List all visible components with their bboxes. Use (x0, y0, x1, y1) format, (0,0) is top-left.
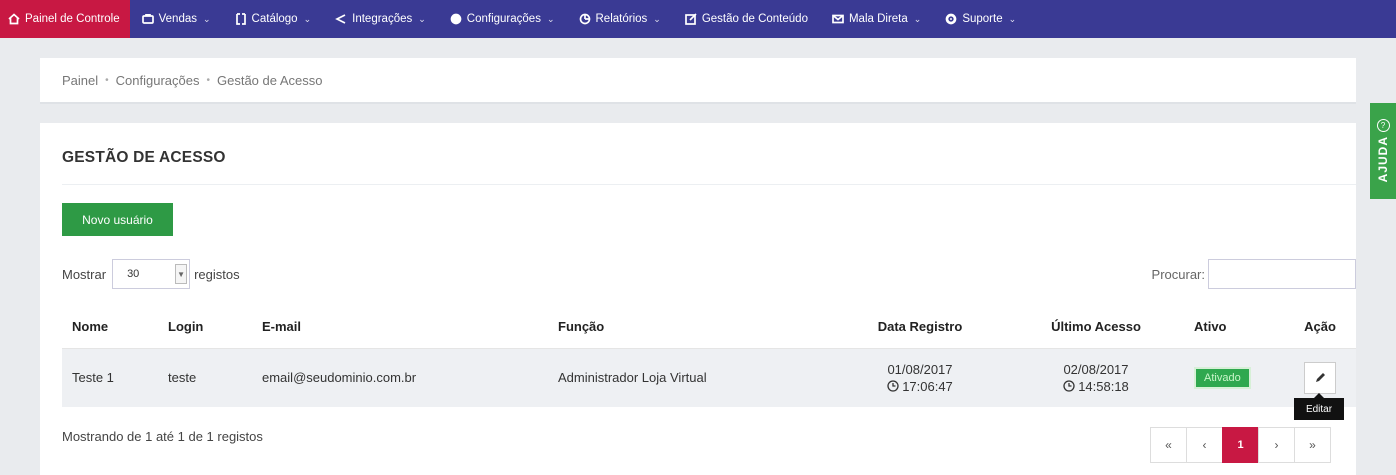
nav-suporte[interactable]: Suporte ⌄ (933, 0, 1028, 38)
reg-date: 01/08/2017 (887, 361, 953, 377)
breadcrumb: Painel • Configurações • Gestão de Acess… (40, 58, 1356, 104)
home-icon (8, 13, 20, 25)
col-email[interactable]: E-mail (252, 306, 548, 349)
chevron-down-icon: ▼ (175, 264, 188, 284)
mail-icon (832, 14, 844, 24)
help-tab[interactable]: ? AJUDA (1370, 103, 1396, 199)
chevron-down-icon: ⌄ (913, 13, 922, 24)
pagination-first[interactable]: « (1150, 427, 1187, 463)
gear-icon (450, 13, 462, 25)
cell-email: email@seudominio.com.br (252, 348, 548, 407)
pagination-page-1[interactable]: 1 (1222, 427, 1259, 463)
clock-icon (887, 380, 899, 392)
search-control: Procurar: (1152, 259, 1356, 289)
support-icon (945, 13, 957, 25)
table-row: Teste 1 teste email@seudominio.com.br Ad… (62, 348, 1356, 407)
chevron-down-icon: ⌄ (418, 13, 426, 24)
col-nome[interactable]: Nome (62, 306, 158, 349)
show-label: Mostrar (62, 266, 107, 282)
pagination: « ‹ 1 › » (1150, 427, 1331, 463)
cell-last-access: 02/08/2017 14:58:18 (1008, 348, 1184, 407)
help-tab-label: AJUDA (1376, 136, 1390, 183)
edit-tooltip: Editar (1294, 393, 1344, 420)
book-icon (235, 13, 246, 25)
chevron-down-icon: ⌄ (1008, 13, 1017, 24)
last-time: 14:58:18 (1078, 378, 1129, 394)
nav-mala-direta[interactable]: Mala Direta ⌄ (820, 0, 933, 38)
nav-integracoes[interactable]: Integrações ⌄ (323, 0, 438, 38)
page-length-control: Mostrar 30 ▼ registos (62, 259, 240, 289)
last-date: 02/08/2017 (1063, 361, 1129, 377)
top-navigation: Painel de Controle Vendas ⌄ Catálogo ⌄ Int… (0, 0, 1396, 38)
cell-name: Teste 1 (62, 348, 158, 407)
pagination-last[interactable]: » (1294, 427, 1331, 463)
access-management-panel: GESTÃO DE ACESSO Novo usuário Mostrar 30… (40, 123, 1356, 475)
breadcrumb-separator: • (206, 74, 210, 86)
status-badge: Ativado (1194, 366, 1251, 389)
table-header-row: Nome Login E-mail Função Data Registro Ú… (62, 306, 1356, 349)
nav-configuracoes[interactable]: Configurações ⌄ (438, 0, 567, 38)
nav-gestao-de-conteudo[interactable]: Gestão de Conteúdo (673, 0, 820, 38)
table-info: Mostrando de 1 até 1 de 1 registos (62, 429, 263, 444)
page-length-select[interactable]: 30 ▼ (112, 259, 191, 289)
col-acao[interactable]: Ação (1284, 306, 1356, 349)
new-user-button[interactable]: Novo usuário (62, 203, 173, 236)
help-icon: ? (1376, 119, 1390, 133)
nav-vendas[interactable]: Vendas ⌄ (130, 0, 223, 38)
col-ativo[interactable]: Ativo (1184, 306, 1284, 349)
breadcrumb-configuracoes[interactable]: Configurações (116, 73, 200, 88)
users-table: Nome Login E-mail Função Data Registro Ú… (62, 306, 1356, 407)
page-title: GESTÃO DE ACESSO (62, 149, 226, 166)
chevron-down-icon: ⌄ (303, 13, 312, 24)
cell-active: Ativado (1184, 348, 1284, 407)
edit-button[interactable] (1304, 361, 1336, 394)
nav-catalogo[interactable]: Catálogo ⌄ (223, 0, 324, 38)
reg-time: 17:06:47 (902, 378, 953, 394)
col-data-registro[interactable]: Data Registro (832, 306, 1008, 349)
breadcrumb-separator: • (105, 74, 109, 86)
col-login[interactable]: Login (158, 306, 252, 349)
cell-reg-date: 01/08/2017 17:06:47 (832, 348, 1008, 407)
records-label: registos (194, 266, 240, 282)
cell-role: Administrador Loja Virtual (548, 348, 832, 407)
cart-icon (141, 13, 154, 24)
edit-icon (684, 13, 697, 25)
breadcrumb-painel[interactable]: Painel (62, 73, 98, 88)
clock-icon (1063, 380, 1075, 392)
chevron-down-icon: ⌄ (203, 13, 211, 24)
pencil-icon (1316, 372, 1325, 382)
pagination-next[interactable]: › (1258, 427, 1295, 463)
cell-login: teste (158, 348, 252, 407)
col-funcao[interactable]: Função (548, 306, 832, 349)
col-ultimo-acesso[interactable]: Último Acesso (1008, 306, 1184, 349)
chevron-down-icon: ⌄ (653, 13, 661, 24)
chart-icon (579, 13, 590, 25)
search-label: Procurar: (1151, 266, 1205, 282)
pagination-previous[interactable]: ‹ (1186, 427, 1223, 463)
share-icon (335, 14, 346, 24)
breadcrumb-gestao-de-acesso: Gestão de Acesso (217, 72, 323, 88)
nav-relatorios[interactable]: Relatórios ⌄ (567, 0, 673, 38)
search-input[interactable] (1208, 259, 1356, 289)
page-length-value: 30 (127, 268, 140, 280)
nav-painel-de-controle[interactable]: Painel de Controle (0, 0, 130, 38)
divider (62, 184, 1356, 185)
chevron-down-icon: ⌄ (546, 13, 555, 24)
